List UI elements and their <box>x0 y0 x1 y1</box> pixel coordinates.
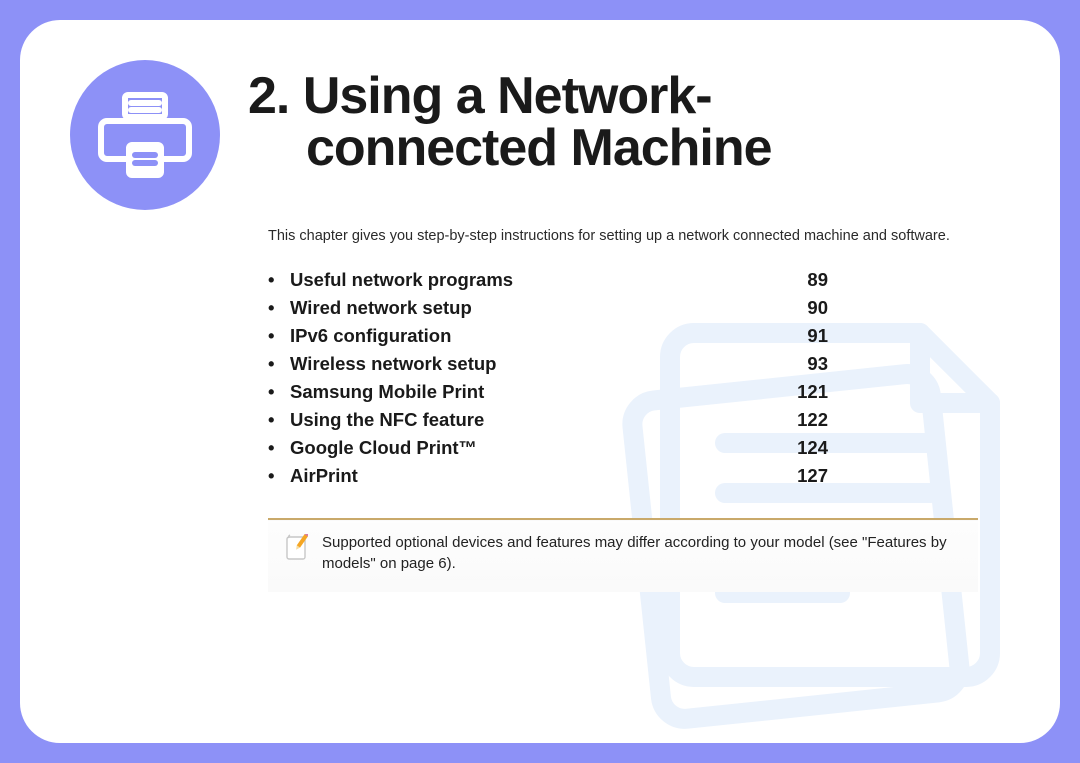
chapter-intro: This chapter gives you step-by-step inst… <box>268 228 990 244</box>
chapter-header: 2. Using a Network- connected Machine <box>90 70 990 210</box>
printer-icon <box>95 85 195 185</box>
toc-item-useful-network-programs[interactable]: Useful network programs 89 <box>268 266 828 294</box>
toc-label: IPv6 configuration <box>268 325 451 347</box>
toc-label: Samsung Mobile Print <box>268 381 484 403</box>
toc-label: Google Cloud Print™ <box>268 437 477 459</box>
toc-label: AirPrint <box>268 465 358 487</box>
toc-item-google-cloud-print[interactable]: Google Cloud Print™ 124 <box>268 434 828 462</box>
printer-badge <box>70 60 220 210</box>
toc-label: Useful network programs <box>268 269 513 291</box>
toc-item-ipv6-configuration[interactable]: IPv6 configuration 91 <box>268 322 828 350</box>
note-text: Supported optional devices and features … <box>322 532 960 574</box>
toc-page: 122 <box>797 409 828 431</box>
toc-page: 121 <box>797 381 828 403</box>
toc-item-using-nfc-feature[interactable]: Using the NFC feature 122 <box>268 406 828 434</box>
toc-item-wireless-network-setup[interactable]: Wireless network setup 93 <box>268 350 828 378</box>
toc-label: Wired network setup <box>268 297 472 319</box>
chapter-title-block: 2. Using a Network- connected Machine <box>248 70 990 174</box>
toc-label: Using the NFC feature <box>268 409 484 431</box>
chapter-number: 2. <box>248 67 289 125</box>
page-card: 2. Using a Network- connected Machine Th… <box>20 20 1060 743</box>
toc-page: 93 <box>807 353 828 375</box>
note-box: Supported optional devices and features … <box>268 518 978 592</box>
note-pencil-icon <box>286 534 308 560</box>
chapter-title-line1: Using a Network- <box>303 67 712 125</box>
toc-page: 91 <box>807 325 828 347</box>
toc-label: Wireless network setup <box>268 353 496 375</box>
toc-page: 127 <box>797 465 828 487</box>
toc-item-airprint[interactable]: AirPrint 127 <box>268 462 828 490</box>
toc-item-samsung-mobile-print[interactable]: Samsung Mobile Print 121 <box>268 378 828 406</box>
toc-list: Useful network programs 89 Wired network… <box>268 266 828 490</box>
toc-item-wired-network-setup[interactable]: Wired network setup 90 <box>268 294 828 322</box>
toc-page: 124 <box>797 437 828 459</box>
toc-page: 90 <box>807 297 828 319</box>
toc-page: 89 <box>807 269 828 291</box>
chapter-title: 2. Using a Network- connected Machine <box>248 70 990 174</box>
chapter-title-line2: connected Machine <box>306 122 772 174</box>
